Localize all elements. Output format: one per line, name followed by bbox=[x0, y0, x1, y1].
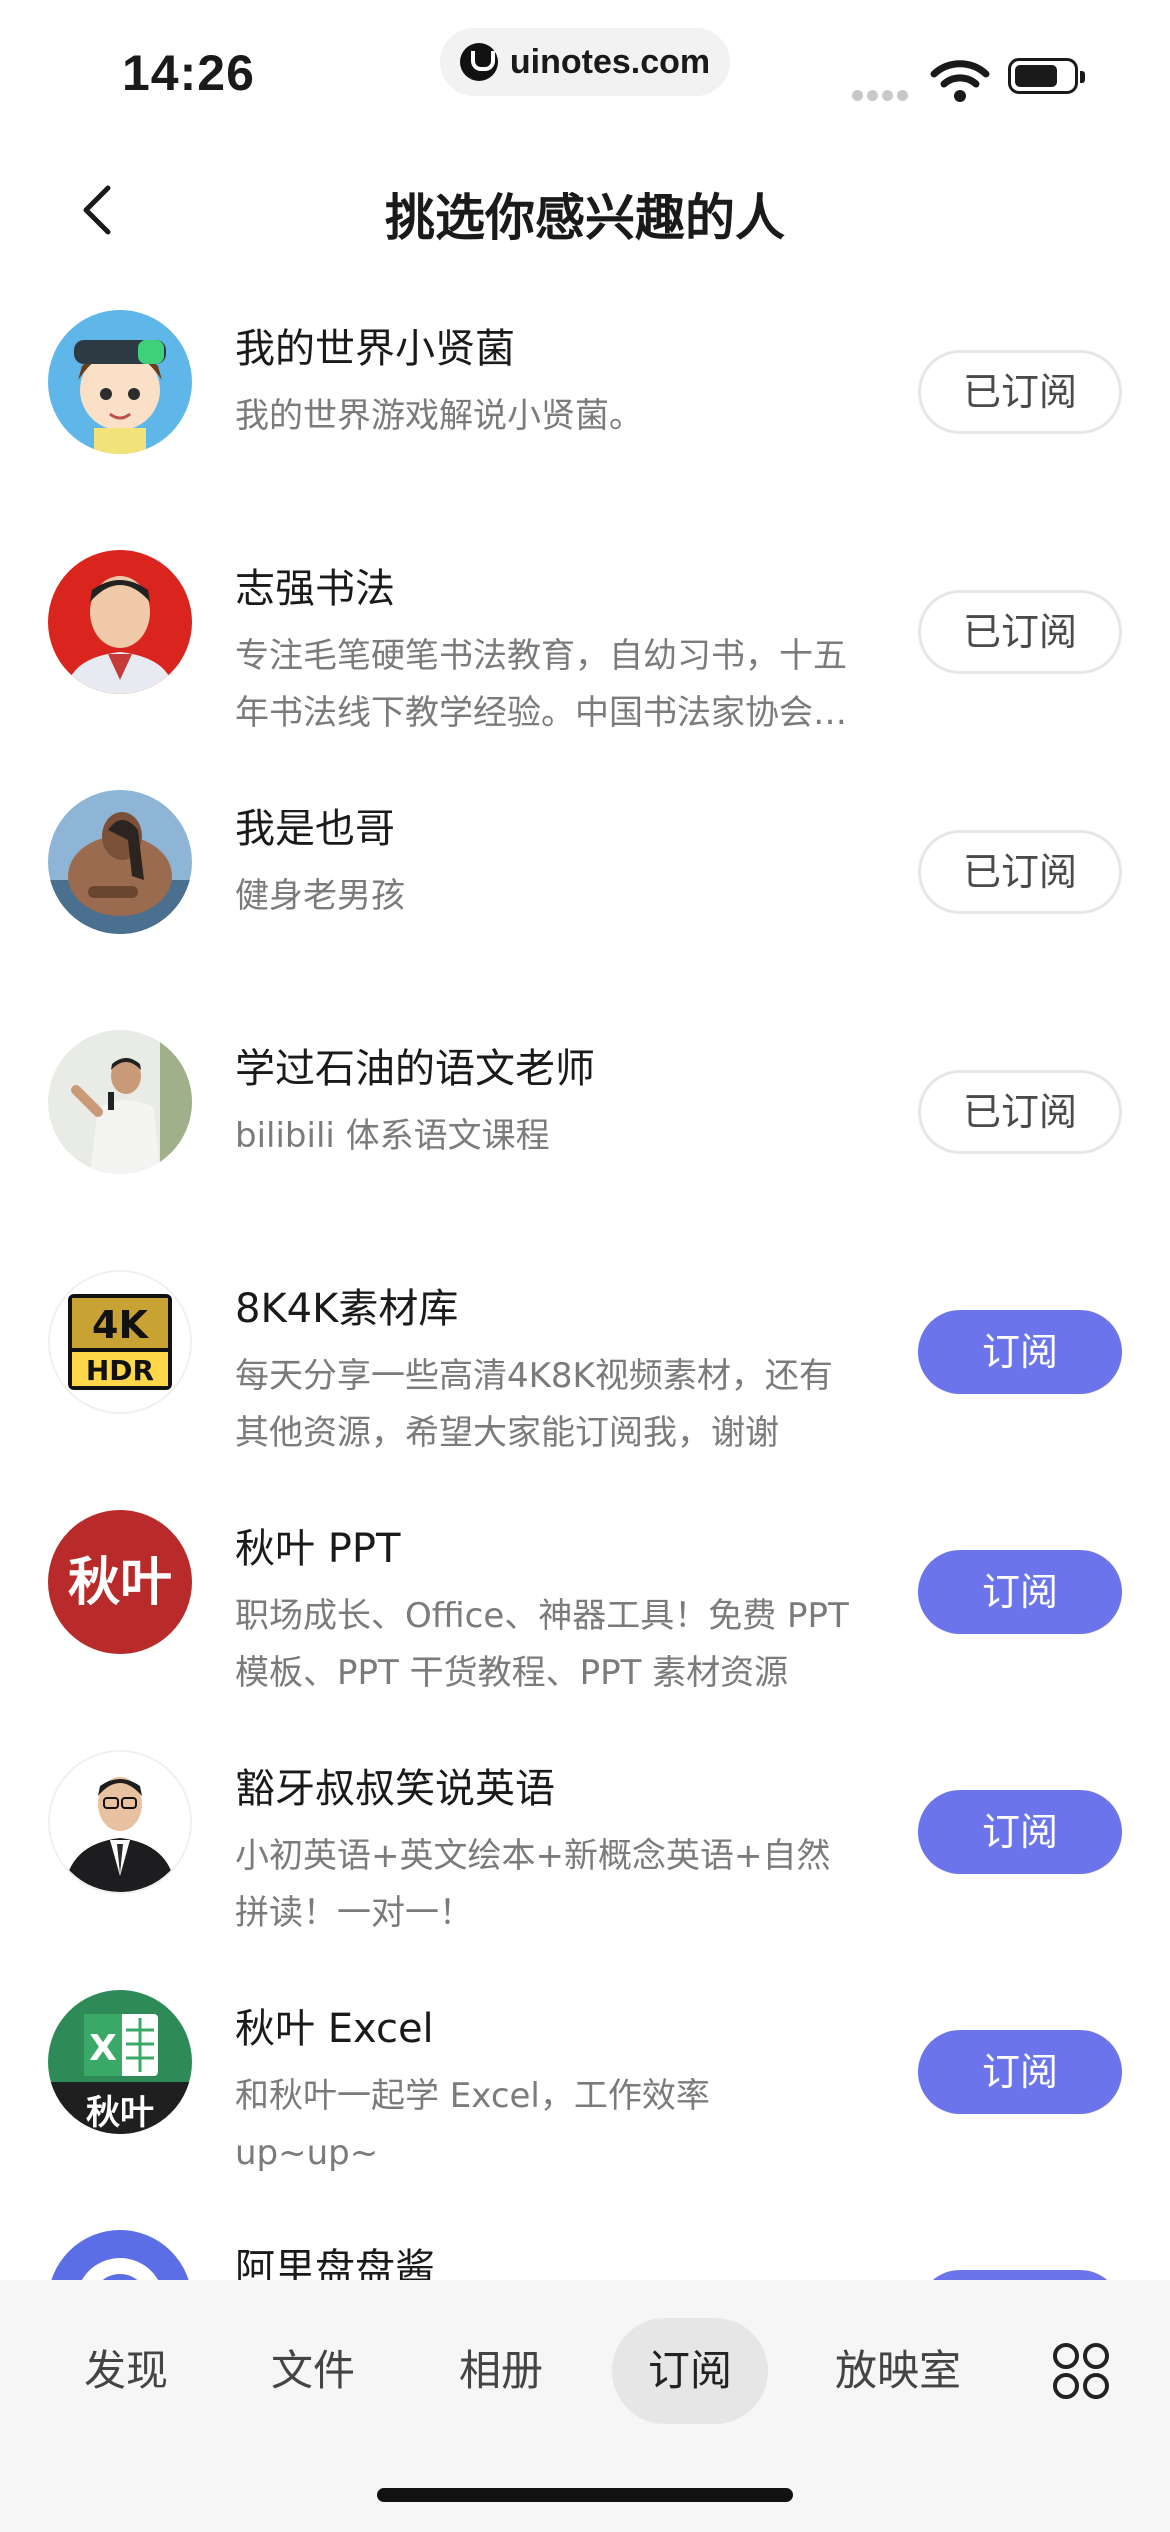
avatar[interactable]: X 秋叶 bbox=[48, 1990, 192, 2134]
avatar[interactable]: 秋叶 bbox=[48, 1510, 192, 1654]
subscribe-button[interactable]: 订阅 bbox=[918, 2030, 1122, 2114]
subscribe-button[interactable]: 订阅 bbox=[918, 1550, 1122, 1634]
status-bar: 14:26 uinotes.com bbox=[0, 0, 1170, 130]
wifi-icon bbox=[930, 60, 990, 102]
avatar[interactable] bbox=[48, 1030, 192, 1174]
avatar-4k-text: 4K bbox=[92, 1303, 149, 1347]
nav-bar: 挑选你感兴趣的人 bbox=[0, 160, 1170, 270]
subscribe-button[interactable]: 订阅 bbox=[918, 1310, 1122, 1394]
item-desc: 和秋叶一起学 Excel，工作效率 up~up~ bbox=[235, 2076, 710, 2173]
item-desc: 健身老男孩 bbox=[235, 876, 405, 916]
list-item[interactable]: 志强书法 专注毛笔硬笔书法教育，自幼习书，十五年书法线下教学经验。中国书法家协会… bbox=[0, 540, 1170, 780]
subscribed-button[interactable]: 已订阅 bbox=[918, 1070, 1122, 1154]
subscribe-button[interactable]: 订阅 bbox=[918, 2270, 1122, 2280]
subscribed-button[interactable]: 已订阅 bbox=[918, 350, 1122, 434]
url-text: uinotes.com bbox=[509, 42, 711, 81]
list-item[interactable]: 我是也哥 健身老男孩 已订阅 bbox=[0, 780, 1170, 1020]
avatar[interactable] bbox=[48, 790, 192, 934]
subscribed-button[interactable]: 已订阅 bbox=[918, 830, 1122, 914]
item-name: 志强书法 bbox=[235, 566, 395, 612]
item-name: 秋叶 Excel bbox=[235, 2006, 434, 2052]
grid-menu-icon[interactable] bbox=[1052, 2342, 1110, 2400]
item-desc: 每天分享一些高清4K8K视频素材，还有其他资源，希望大家能订阅我，谢谢 bbox=[235, 1356, 833, 1453]
tab-theater[interactable]: 放映室 bbox=[818, 2318, 978, 2424]
url-pill[interactable]: uinotes.com bbox=[440, 28, 730, 96]
item-desc: 小初英语+英文绘本+新概念英语+自然拼读！一对一！ bbox=[235, 1836, 831, 1933]
avatar[interactable] bbox=[48, 310, 192, 454]
list-item[interactable]: 秋叶 秋叶 PPT 职场成长、Office、神器工具！免费 PPT 模板、PPT… bbox=[0, 1500, 1170, 1740]
list-item[interactable]: 我的世界小贤菌 我的世界游戏解说小贤菌。 已订阅 bbox=[0, 300, 1170, 540]
home-indicator bbox=[377, 2488, 793, 2502]
item-desc: 专注毛笔硬笔书法教育，自幼习书，十五年书法线下教学经验。中国书法家协会会员 bbox=[235, 636, 847, 733]
tab-discover[interactable]: 发现 bbox=[56, 2318, 196, 2424]
list-item[interactable]: 学过石油的语文老师 bilibili 体系语文课程 已订阅 bbox=[0, 1020, 1170, 1260]
item-name: 8K4K素材库 bbox=[235, 1286, 459, 1332]
avatar-qiuye-text: 秋叶 bbox=[86, 2093, 154, 2133]
avatar[interactable] bbox=[48, 550, 192, 694]
subscribe-button[interactable]: 订阅 bbox=[918, 1790, 1122, 1874]
item-desc: bilibili 体系语文课程 bbox=[235, 1116, 550, 1156]
item-name: 阿里盘盘酱 bbox=[235, 2246, 435, 2280]
tab-files[interactable]: 文件 bbox=[243, 2318, 383, 2424]
battery-icon bbox=[1008, 58, 1085, 94]
avatar-qiuye-text: 秋叶 bbox=[68, 1553, 172, 1613]
item-name: 我是也哥 bbox=[235, 806, 395, 852]
list-item[interactable]: X 秋叶 秋叶 Excel 和秋叶一起学 Excel，工作效率 up~up~ 订… bbox=[0, 1980, 1170, 2220]
avatar[interactable] bbox=[48, 1750, 192, 1894]
tab-album[interactable]: 相册 bbox=[431, 2318, 571, 2424]
cellular-signal-icon bbox=[852, 86, 912, 105]
item-name: 我的世界小贤菌 bbox=[235, 326, 515, 372]
item-name: 豁牙叔叔笑说英语 bbox=[235, 1766, 555, 1812]
list-item[interactable]: 4K HDR 8K4K素材库 每天分享一些高清4K8K视频素材，还有其他资源，希… bbox=[0, 1260, 1170, 1500]
item-name: 学过石油的语文老师 bbox=[235, 1046, 595, 1092]
page-title: 挑选你感兴趣的人 bbox=[385, 189, 785, 247]
item-desc: 职场成长、Office、神器工具！免费 PPT 模板、PPT 干货教程、PPT … bbox=[235, 1596, 849, 1693]
avatar[interactable] bbox=[48, 2230, 192, 2280]
avatar-hdr-text: HDR bbox=[86, 1354, 154, 1387]
tab-subscription[interactable]: 订阅 bbox=[612, 2318, 768, 2424]
list-item[interactable]: 豁牙叔叔笑说英语 小初英语+英文绘本+新概念英语+自然拼读！一对一！ 订阅 bbox=[0, 1740, 1170, 1980]
avatar[interactable]: 4K HDR bbox=[48, 1270, 192, 1414]
avatar-excel-x: X bbox=[89, 2028, 117, 2069]
recommend-list: 我的世界小贤菌 我的世界游戏解说小贤菌。 已订阅 志强书法 专注毛笔硬笔书法教育… bbox=[0, 300, 1170, 2280]
site-logo-icon bbox=[459, 43, 498, 81]
list-item[interactable]: 阿里盘盘酱 订阅 bbox=[0, 2220, 1170, 2280]
item-desc: 我的世界游戏解说小贤菌。 bbox=[235, 396, 643, 436]
item-name: 秋叶 PPT bbox=[235, 1526, 401, 1572]
status-time: 14:26 bbox=[122, 45, 255, 101]
subscribed-button[interactable]: 已订阅 bbox=[918, 590, 1122, 674]
